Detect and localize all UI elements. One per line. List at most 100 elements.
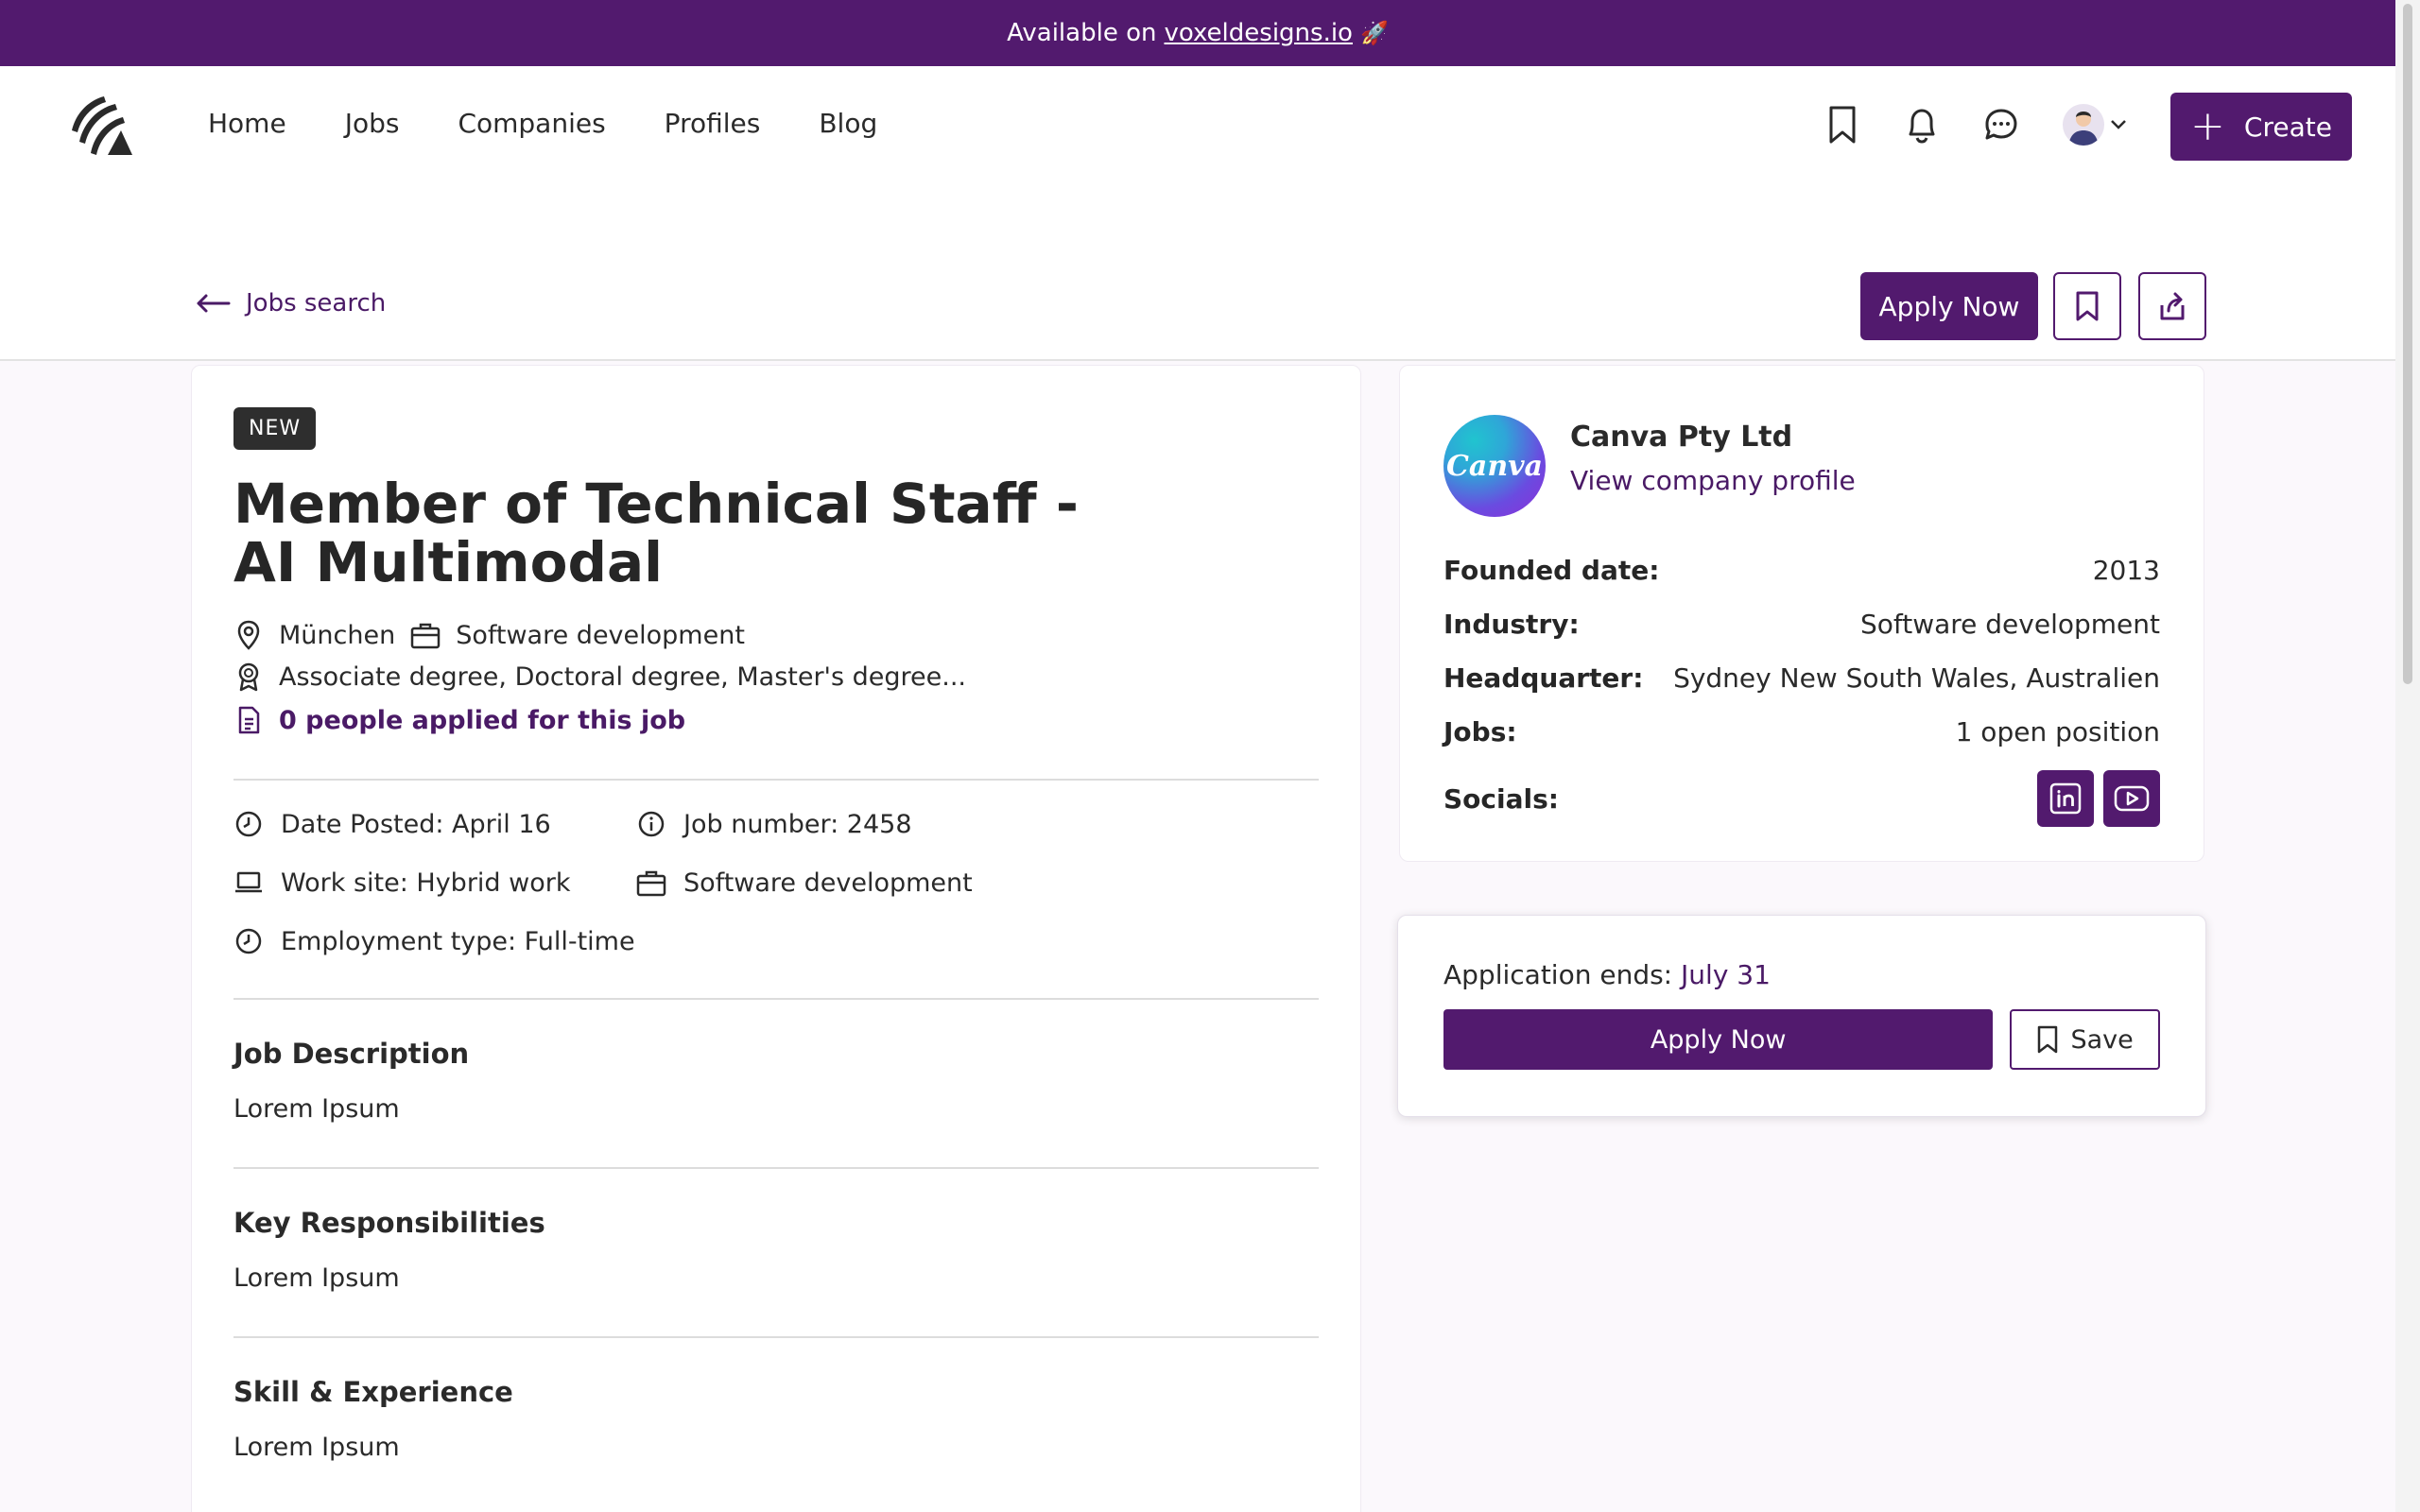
company-info: Founded date: 2013 Industry: Software de… (1443, 543, 2160, 838)
nav-companies[interactable]: Companies (458, 108, 605, 139)
info-value: Sydney New South Wales, Australien (1673, 662, 2160, 694)
chat-icon[interactable] (1983, 104, 2019, 146)
degrees-row: Associate degree, Doctoral degree, Maste… (233, 662, 1319, 692)
field: Software development (636, 868, 1109, 898)
section-body: Lorem Ipsum (233, 1433, 400, 1462)
create-button[interactable]: + Create (2170, 93, 2352, 161)
laptop-icon (233, 868, 264, 898)
location-category-row: München Software development (233, 620, 1319, 650)
rocket-icon: 🚀 (1359, 20, 1389, 46)
info-value: 2013 (2092, 555, 2160, 586)
divider (233, 1167, 1319, 1169)
clock-icon (233, 809, 264, 839)
company-logo[interactable]: Canva (1443, 415, 1546, 517)
save-button-label: Save (2070, 1024, 2134, 1055)
banner-text: Available on (1007, 19, 1157, 47)
create-button-label: Create (2243, 111, 2332, 143)
founded-row: Founded date: 2013 (1443, 543, 2160, 597)
nav-blog[interactable]: Blog (819, 108, 877, 139)
industry-row: Industry: Software development (1443, 597, 2160, 651)
application-actions: Apply Now Save (1443, 1009, 2160, 1070)
job-title: Member of Technical Staff - AI Multimoda… (233, 472, 1079, 594)
section-title: Skill & Experience (233, 1376, 513, 1408)
date-posted-text: Date Posted: April 16 (281, 809, 551, 839)
employment-type: Employment type: Full-time (233, 926, 636, 956)
job-number-text: Job number: 2458 (683, 809, 912, 839)
top-navigation: Home Jobs Companies Profiles Blog + Crea… (0, 66, 2395, 361)
section-key-responsibilities: Key Responsibilities Lorem Ipsum (233, 1207, 1319, 1293)
headquarter-row: Headquarter: Sydney New South Wales, Aus… (1443, 651, 2160, 705)
info-value: Software development (1859, 609, 2160, 640)
back-link-label: Jobs search (246, 289, 387, 318)
company-header: Canva Canva Pty Ltd View company profile (1443, 411, 2160, 517)
applicants-count-link[interactable]: 0 people applied for this job (279, 706, 685, 735)
avatar (2063, 104, 2104, 146)
info-label: Socials: (1443, 782, 1559, 815)
main-nav: Home Jobs Companies Profiles Blog (208, 108, 877, 139)
socials-row: Socials: (1443, 759, 2160, 838)
youtube-icon[interactable] (2103, 770, 2160, 827)
briefcase-icon (636, 868, 666, 898)
section-title: Job Description (233, 1038, 470, 1070)
apply-now-button[interactable]: Apply Now (1443, 1009, 1994, 1070)
info-label: Founded date: (1443, 555, 1660, 586)
job-category: Software development (456, 620, 745, 650)
view-company-profile-link[interactable]: View company profile (1570, 465, 1856, 496)
save-button[interactable]: Save (2010, 1009, 2160, 1070)
bookmark-icon (2076, 291, 2099, 321)
info-label: Jobs: (1443, 716, 1517, 747)
info-value: 1 open position (1955, 716, 2160, 747)
info-label: Headquarter: (1443, 662, 1644, 694)
job-number: Job number: 2458 (636, 809, 1109, 839)
divider (233, 779, 1319, 781)
banner-link[interactable]: voxeldesigns.io (1164, 19, 1353, 47)
application-card: Application ends: July 31 Apply Now Save (1397, 915, 2206, 1117)
section-body: Lorem Ipsum (233, 1094, 400, 1124)
deadline-date: July 31 (1681, 959, 1771, 990)
apply-now-button-top[interactable]: Apply Now (1860, 272, 2038, 340)
new-badge: NEW (233, 407, 317, 450)
save-job-button-top[interactable] (2053, 272, 2121, 340)
share-icon (2160, 292, 2185, 320)
job-subbar: Jobs search Apply Now (0, 255, 2395, 361)
page-scrollbar[interactable] (2395, 0, 2420, 1512)
nav-profiles[interactable]: Profiles (665, 108, 761, 139)
divider (233, 1336, 1319, 1338)
plus-icon: + (2190, 102, 2225, 150)
work-site: Work site: Hybrid work (233, 868, 636, 898)
briefcase-icon (410, 620, 441, 650)
back-to-jobs-link[interactable]: Jobs search (195, 289, 386, 318)
job-facts: Date Posted: April 16 Job number: 2458 W… (233, 809, 1319, 956)
company-name: Canva Pty Ltd (1570, 421, 1793, 454)
section-body: Lorem Ipsum (233, 1263, 400, 1293)
bell-icon[interactable] (1904, 104, 1940, 146)
job-details-card: NEW Member of Technical Staff - AI Multi… (191, 365, 1361, 1512)
award-icon (233, 662, 264, 692)
nav-home[interactable]: Home (208, 108, 286, 139)
company-card: Canva Canva Pty Ltd View company profile… (1399, 365, 2204, 862)
arrow-left-icon (197, 294, 231, 313)
deadline-label: Application ends: (1443, 959, 1673, 990)
employment-type-text: Employment type: Full-time (281, 926, 635, 956)
clock-icon (233, 926, 264, 956)
location-pin-icon (233, 620, 264, 650)
bookmark-icon (2038, 1025, 2058, 1054)
brand-logo-icon[interactable] (66, 93, 134, 161)
scrollbar-thumb[interactable] (2403, 4, 2412, 684)
linkedin-icon[interactable] (2037, 770, 2094, 827)
document-icon (233, 705, 264, 735)
nav-jobs[interactable]: Jobs (345, 108, 400, 139)
job-degrees: Associate degree, Doctoral degree, Maste… (279, 662, 966, 692)
applied-row: 0 people applied for this job (233, 705, 1319, 735)
field-text: Software development (683, 868, 973, 898)
nav-actions (1824, 104, 2127, 146)
application-deadline: Application ends: July 31 (1443, 959, 2160, 990)
section-title: Key Responsibilities (233, 1207, 545, 1239)
bookmark-icon[interactable] (1824, 104, 1860, 146)
info-label: Industry: (1443, 609, 1580, 640)
user-menu[interactable] (2063, 104, 2127, 146)
work-site-text: Work site: Hybrid work (281, 868, 571, 898)
share-button[interactable] (2138, 272, 2206, 340)
chevron-down-icon (2111, 120, 2126, 129)
announcement-banner: Available on voxeldesigns.io 🚀 (0, 0, 2395, 66)
